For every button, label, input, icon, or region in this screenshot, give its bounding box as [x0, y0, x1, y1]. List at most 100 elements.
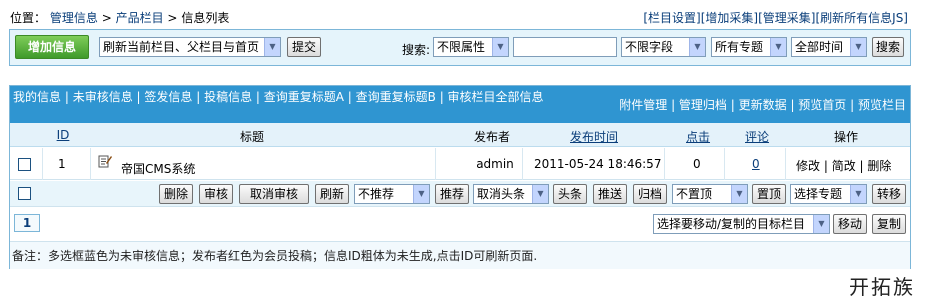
chevron-down-icon: ▼ — [850, 38, 866, 56]
divider — [90, 148, 91, 180]
menu-bar: 我的信息 | 未审核信息 | 签发信息 | 投稿信息 | 查询重复标题A | 查… — [10, 86, 910, 123]
menu-preview-column[interactable]: 预览栏目 — [858, 98, 906, 112]
chevron-down-icon: ▼ — [532, 185, 548, 203]
target-column-value: 选择要移动/复制的目标栏目 — [657, 217, 806, 231]
time-select[interactable]: 全部时间 ▼ — [791, 37, 867, 57]
search-input[interactable] — [513, 37, 617, 57]
link-refresh-js[interactable]: [刷新所有信息JS] — [815, 11, 908, 25]
attribute-value: 不限属性 — [437, 40, 486, 54]
edit-doc-icon — [98, 154, 112, 171]
row-title[interactable]: 帝国CMS系统 — [121, 160, 195, 177]
action-row: 删除 审核 取消审核 刷新 不推荐 ▼ 推荐 取消头条 ▼ 头条 推送 归档 不… — [10, 181, 910, 207]
pager-row: 1 选择要移动/复制的目标栏目 ▼ 移动 复制 — [10, 211, 910, 237]
headline-button[interactable]: 头条 — [553, 184, 587, 204]
divider — [724, 148, 725, 180]
refresh-scope-value: 刷新当前栏目、父栏目与首页 — [103, 40, 260, 54]
menu-dup-title-b[interactable]: 查询重复标题B — [356, 90, 436, 104]
field-select[interactable]: 不限字段 ▼ — [621, 37, 706, 57]
row-checkbox[interactable] — [18, 158, 31, 171]
header-ops: 操作 — [834, 130, 859, 144]
breadcrumb-sep: > — [167, 11, 178, 25]
topic-value: 所有专题 — [715, 40, 764, 54]
breadcrumb-item-list: 信息列表 — [181, 11, 230, 25]
attribute-select[interactable]: 不限属性 ▼ — [433, 37, 509, 57]
search-label: 搜索: — [402, 43, 431, 57]
row-publisher: admin — [476, 157, 514, 171]
top-bar: 位置： 管理信息 > 产品栏目 > 信息列表 [栏目设置][增加采集][管理采集… — [10, 9, 908, 25]
breadcrumb-item-category[interactable]: 产品栏目 — [116, 11, 164, 25]
edit-link[interactable]: 修改 — [796, 159, 820, 173]
field-value: 不限字段 — [625, 40, 674, 54]
topic-select[interactable]: 所有专题 ▼ — [711, 37, 787, 57]
row-ops: 修改 | 简改 | 删除 — [796, 159, 892, 173]
row-comments[interactable]: 0 — [752, 157, 760, 171]
recommend-select[interactable]: 不推荐 ▼ — [354, 184, 430, 204]
link-add-collect[interactable]: [增加采集] — [701, 11, 758, 25]
approve-button[interactable]: 审核 — [199, 184, 233, 204]
recommend-button[interactable]: 推荐 — [435, 184, 469, 204]
headline-value: 取消头条 — [477, 187, 526, 201]
top-links: [栏目设置][增加采集][管理采集][刷新所有信息JS] — [643, 9, 908, 26]
transfer-button[interactable]: 转移 — [872, 184, 906, 204]
chevron-down-icon: ▼ — [850, 185, 866, 203]
info-list-panel: 我的信息 | 未审核信息 | 签发信息 | 投稿信息 | 查询重复标题A | 查… — [9, 85, 911, 269]
header-publish-time[interactable]: 发布时间 — [570, 128, 618, 145]
submit-button[interactable]: 提交 — [287, 37, 321, 57]
link-column-settings[interactable]: [栏目设置] — [643, 11, 700, 25]
add-info-button[interactable]: 增加信息 — [15, 35, 89, 59]
header-comments[interactable]: 评论 — [745, 128, 769, 145]
time-value: 全部时间 — [795, 40, 844, 54]
header-publisher: 发布者 — [474, 130, 511, 144]
refresh-button[interactable]: 刷新 — [315, 184, 349, 204]
table-header: ID 标题 发布者 发布时间 点击 评论 操作 — [10, 123, 910, 147]
menu-my-info[interactable]: 我的信息 — [13, 90, 61, 104]
note-text: 备注：多选框蓝色为未审核信息；发布者红色为会员投稿；信息ID粗体为未生成,点击I… — [10, 241, 910, 269]
quick-edit-link[interactable]: 简改 — [832, 159, 856, 173]
table-row: 1 帝国CMS系统 admin 2011-05-24 18:46:57 0 0 … — [10, 148, 910, 180]
topic-move-value: 选择专题 — [794, 187, 843, 201]
menu-unapproved[interactable]: 未审核信息 — [73, 90, 133, 104]
refresh-scope-select[interactable]: 刷新当前栏目、父栏目与首页 ▼ — [99, 37, 281, 57]
menu-left: 我的信息 | 未审核信息 | 签发信息 | 投稿信息 | 查询重复标题A | 查… — [13, 90, 544, 104]
top-button[interactable]: 置顶 — [752, 184, 786, 204]
menu-preview-home[interactable]: 预览首页 — [798, 98, 846, 112]
headline-select[interactable]: 取消头条 ▼ — [473, 184, 549, 204]
menu-contributions[interactable]: 投稿信息 — [204, 90, 252, 104]
recommend-value: 不推荐 — [358, 187, 395, 201]
delete-link[interactable]: 删除 — [867, 159, 891, 173]
target-column-select[interactable]: 选择要移动/复制的目标栏目 ▼ — [653, 214, 830, 234]
menu-archive-manage[interactable]: 管理归档 — [679, 98, 727, 112]
breadcrumb-item-manage[interactable]: 管理信息 — [50, 11, 98, 25]
unapprove-button[interactable]: 取消审核 — [239, 184, 309, 204]
breadcrumb: 位置： 管理信息 > 产品栏目 > 信息列表 — [10, 9, 229, 26]
menu-dup-title-a[interactable]: 查询重复标题A — [264, 90, 344, 104]
delete-button[interactable]: 删除 — [159, 184, 193, 204]
toolbar: 增加信息 刷新当前栏目、父栏目与首页 ▼ 提交 搜索: 不限属性 ▼ 不限字段 … — [9, 29, 911, 66]
menu-approve-all[interactable]: 审核栏目全部信息 — [448, 90, 544, 104]
page-number[interactable]: 1 — [14, 214, 40, 232]
breadcrumb-sep: > — [101, 11, 112, 25]
menu-attachments[interactable]: 附件管理 — [619, 98, 667, 112]
copy-button[interactable]: 复制 — [872, 214, 906, 234]
topic-move-select[interactable]: 选择专题 ▼ — [790, 184, 867, 204]
header-clicks[interactable]: 点击 — [686, 128, 710, 145]
link-manage-collect[interactable]: [管理采集] — [758, 11, 815, 25]
menu-update-data[interactable]: 更新数据 — [739, 98, 787, 112]
chevron-down-icon: ▼ — [731, 185, 747, 203]
header-id[interactable]: ID — [56, 128, 70, 142]
select-all-checkbox[interactable] — [18, 187, 31, 200]
divider — [785, 148, 786, 180]
top-select[interactable]: 不置顶 ▼ — [672, 184, 748, 204]
chevron-down-icon: ▼ — [413, 185, 429, 203]
divider — [522, 148, 523, 180]
move-button[interactable]: 移动 — [833, 214, 867, 234]
row-clicks: 0 — [693, 157, 701, 171]
menu-signed[interactable]: 签发信息 — [144, 90, 192, 104]
row-id[interactable]: 1 — [58, 157, 66, 171]
search-button[interactable]: 搜索 — [872, 37, 904, 57]
push-button[interactable]: 推送 — [593, 184, 627, 204]
menu-right: 附件管理 | 管理归档 | 更新数据 | 预览首页 | 预览栏目 — [619, 98, 906, 112]
archive-button[interactable]: 归档 — [633, 184, 667, 204]
divider — [42, 148, 43, 180]
chevron-down-icon: ▼ — [492, 38, 508, 56]
